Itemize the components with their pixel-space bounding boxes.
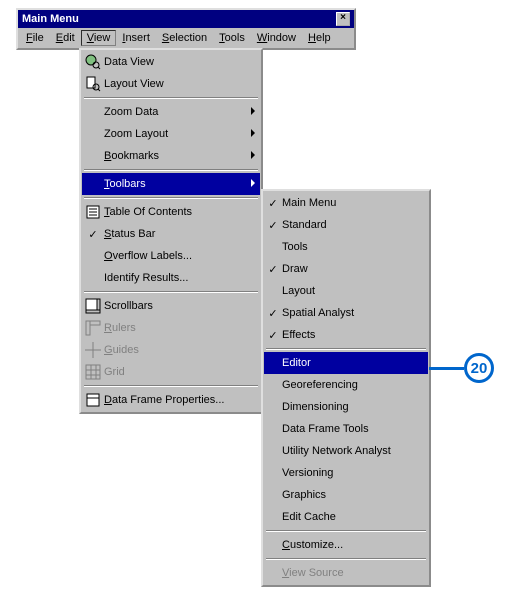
toolbar-item-georeferencing[interactable]: Georeferencing: [264, 374, 428, 396]
menu-separator: [84, 385, 258, 387]
menu-help[interactable]: Help: [302, 30, 337, 46]
menu-item-data-frame-properties[interactable]: Data Frame Properties...: [82, 389, 260, 411]
check-icon: ✓: [264, 197, 282, 210]
toolbars-submenu-dropdown: ✓Main Menu ✓Standard Tools ✓Draw Layout …: [261, 189, 431, 587]
scrollbars-icon: [82, 298, 104, 314]
toolbar-item-dimensioning[interactable]: Dimensioning: [264, 396, 428, 418]
menu-bar: File Edit View Insert Selection Tools Wi…: [18, 28, 354, 48]
properties-icon: [82, 392, 104, 408]
toolbar-item-data-frame-tools[interactable]: Data Frame Tools: [264, 418, 428, 440]
menu-item-zoom-data[interactable]: Zoom Data: [82, 101, 260, 123]
toolbar-item-view-source[interactable]: View Source: [264, 562, 428, 584]
toolbar-item-edit-cache[interactable]: Edit Cache: [264, 506, 428, 528]
window-title: Main Menu: [22, 13, 336, 25]
callout-bubble: 20: [464, 353, 494, 383]
menu-insert[interactable]: Insert: [116, 30, 156, 46]
toolbar-item-draw[interactable]: ✓Draw: [264, 258, 428, 280]
toolbar-item-graphics[interactable]: Graphics: [264, 484, 428, 506]
menu-view[interactable]: View: [81, 30, 117, 46]
submenu-arrow-icon: [246, 150, 260, 162]
menu-item-zoom-layout[interactable]: Zoom Layout: [82, 123, 260, 145]
toc-icon: [82, 204, 104, 220]
title-bar: Main Menu ×: [18, 10, 354, 28]
menu-item-overflow-labels[interactable]: Overflow Labels...: [82, 245, 260, 267]
menu-item-layout-view[interactable]: Layout View: [82, 73, 260, 95]
submenu-arrow-icon: [246, 106, 260, 118]
submenu-arrow-icon: [246, 178, 260, 190]
menu-separator: [84, 197, 258, 199]
menu-file[interactable]: File: [20, 30, 50, 46]
toolbar-item-main-menu[interactable]: ✓Main Menu: [264, 192, 428, 214]
check-icon: ✓: [264, 219, 282, 232]
menu-window[interactable]: Window: [251, 30, 302, 46]
menu-separator: [84, 291, 258, 293]
menu-separator: [266, 558, 426, 560]
check-icon: ✓: [264, 307, 282, 320]
menu-edit[interactable]: Edit: [50, 30, 81, 46]
toolbar-item-customize[interactable]: Customize...: [264, 534, 428, 556]
toolbar-item-versioning[interactable]: Versioning: [264, 462, 428, 484]
guides-icon: [82, 342, 104, 358]
menu-separator: [84, 169, 258, 171]
menu-item-identify-results[interactable]: Identify Results...: [82, 267, 260, 289]
toolbar-item-tools[interactable]: Tools: [264, 236, 428, 258]
main-window: Main Menu × File Edit View Insert Select…: [16, 8, 356, 50]
view-menu-dropdown: Data View Layout View Zoom Data Zoom Lay…: [79, 48, 263, 414]
page-magnifier-icon: [82, 76, 104, 92]
rulers-icon: [82, 320, 104, 336]
menu-item-rulers[interactable]: Rulers: [82, 317, 260, 339]
menu-separator: [266, 530, 426, 532]
menu-separator: [266, 348, 426, 350]
submenu-arrow-icon: [246, 128, 260, 140]
grid-icon: [82, 364, 104, 380]
globe-magnifier-icon: [82, 54, 104, 70]
menu-item-bookmarks[interactable]: Bookmarks: [82, 145, 260, 167]
check-icon: ✓: [264, 263, 282, 276]
menu-item-toolbars[interactable]: Toolbars: [82, 173, 260, 195]
menu-item-guides[interactable]: Guides: [82, 339, 260, 361]
toolbar-item-standard[interactable]: ✓Standard: [264, 214, 428, 236]
close-button[interactable]: ×: [336, 12, 350, 26]
menu-item-grid[interactable]: Grid: [82, 361, 260, 383]
menu-selection[interactable]: Selection: [156, 30, 213, 46]
menu-item-status-bar[interactable]: ✓ Status Bar: [82, 223, 260, 245]
toolbar-item-utility-network-analyst[interactable]: Utility Network Analyst: [264, 440, 428, 462]
toolbar-item-spatial-analyst[interactable]: ✓Spatial Analyst: [264, 302, 428, 324]
menu-item-toc[interactable]: Table Of Contents: [82, 201, 260, 223]
menu-separator: [84, 97, 258, 99]
menu-tools[interactable]: Tools: [213, 30, 251, 46]
toolbar-item-layout[interactable]: Layout: [264, 280, 428, 302]
toolbar-item-effects[interactable]: ✓Effects: [264, 324, 428, 346]
callout-20: 20: [429, 353, 494, 383]
menu-item-scrollbars[interactable]: Scrollbars: [82, 295, 260, 317]
menu-item-data-view[interactable]: Data View: [82, 51, 260, 73]
check-icon: ✓: [82, 228, 104, 241]
check-icon: ✓: [264, 329, 282, 342]
toolbar-item-editor[interactable]: Editor: [264, 352, 428, 374]
callout-line: [429, 367, 464, 370]
